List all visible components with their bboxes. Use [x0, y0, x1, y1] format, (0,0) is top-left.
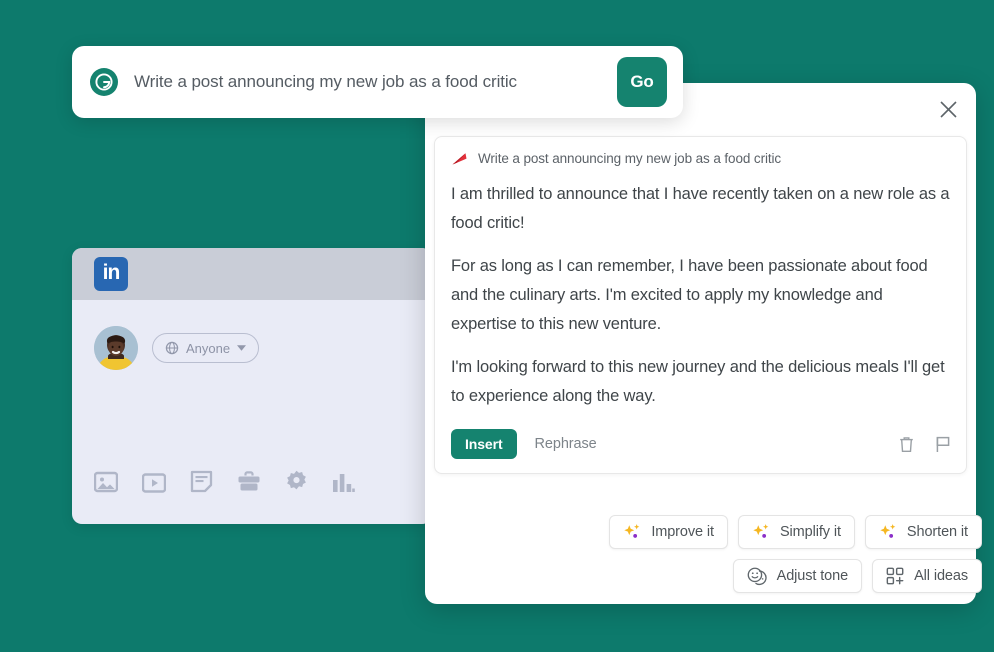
generated-actions: Insert Rephrase	[451, 429, 950, 459]
video-icon[interactable]	[141, 473, 167, 498]
go-button[interactable]: Go	[617, 57, 667, 107]
poll-chart-icon[interactable]	[332, 472, 355, 498]
article-icon[interactable]	[190, 470, 213, 498]
linkedin-composer-card: in Anyone	[72, 248, 432, 524]
chevron-down-icon	[237, 345, 247, 351]
generated-body: I am thrilled to announce that I have re…	[451, 180, 950, 411]
trash-icon	[900, 436, 913, 452]
insert-button[interactable]: Insert	[451, 429, 517, 459]
user-avatar-icon	[94, 326, 138, 370]
sparkles-icon	[753, 523, 769, 538]
image-icon[interactable]	[93, 471, 119, 498]
linkedin-logo-text: in	[102, 261, 121, 284]
close-button[interactable]	[934, 95, 962, 123]
prompt-echo-text: Write a post announcing my new job as a …	[478, 151, 782, 166]
prompt-input[interactable]	[134, 72, 617, 92]
generated-paragraph: I am thrilled to announce that I have re…	[451, 185, 950, 232]
chip-adjust-tone[interactable]: Adjust tone	[732, 559, 863, 593]
chip-shorten-it[interactable]: Shorten it	[864, 515, 982, 549]
chip-label: Improve it	[651, 524, 714, 540]
celebration-icon[interactable]	[285, 470, 308, 498]
chip-label: Adjust tone	[776, 568, 849, 584]
grammarly-g-icon	[90, 68, 118, 96]
delete-button[interactable]	[899, 436, 914, 453]
chip-label: Simplify it	[779, 524, 841, 540]
audience-selector[interactable]: Anyone	[152, 333, 260, 363]
prompt-flag-icon	[452, 152, 467, 164]
linkedin-author-row: Anyone	[72, 300, 432, 370]
audience-label: Anyone	[186, 340, 231, 356]
close-icon	[939, 100, 957, 118]
linkedin-card-header: in	[72, 248, 432, 300]
globe-icon	[165, 341, 179, 355]
prompt-echo: Write a post announcing my new job as a …	[451, 151, 950, 170]
prompt-bar: Go	[72, 46, 683, 118]
chip-label: Shorten it	[906, 524, 968, 540]
generated-paragraph: For as long as I can remember, I have be…	[451, 257, 928, 333]
briefcase-icon[interactable]	[237, 471, 261, 498]
chip-label: All ideas	[914, 568, 968, 584]
linkedin-logo-icon: in	[94, 257, 128, 291]
suggestion-chips-row-1: Improve it Simplify it Shorten it	[609, 515, 982, 549]
report-button[interactable]	[936, 436, 950, 453]
chip-improve-it[interactable]: Improve it	[609, 515, 728, 549]
linkedin-composer-toolbar	[93, 470, 355, 498]
sparkles-icon	[880, 523, 896, 538]
generated-paragraph: I'm looking forward to this new journey …	[451, 358, 945, 405]
grid-plus-icon	[886, 567, 904, 584]
suggestion-chips-row-2: Adjust tone All ideas	[732, 559, 982, 593]
avatar	[94, 326, 138, 370]
tone-faces-icon	[747, 567, 767, 585]
sparkles-icon	[624, 523, 640, 538]
chip-simplify-it[interactable]: Simplify it	[737, 515, 855, 549]
chip-all-ideas[interactable]: All ideas	[872, 559, 982, 593]
flag-icon	[936, 436, 950, 452]
rephrase-button[interactable]: Rephrase	[535, 436, 597, 452]
generated-text-card: Write a post announcing my new job as a …	[434, 136, 967, 474]
